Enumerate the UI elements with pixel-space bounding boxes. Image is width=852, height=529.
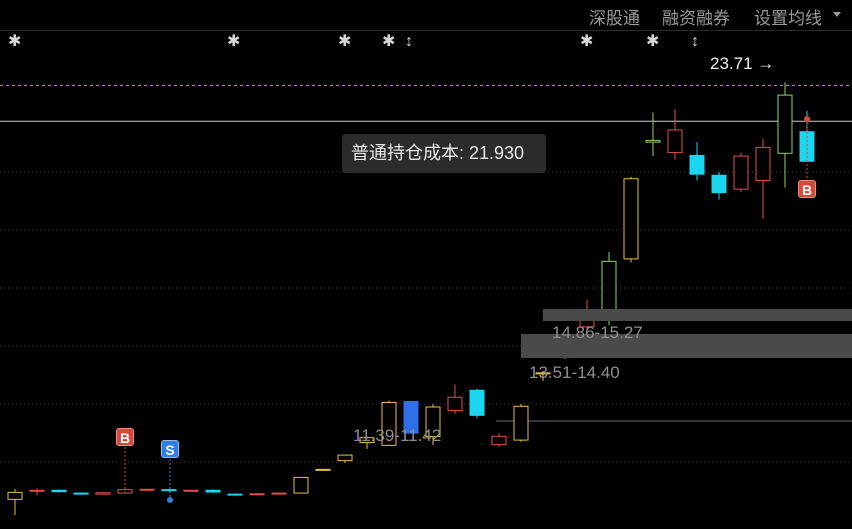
candle-body (249, 493, 265, 496)
candle-body (337, 454, 353, 462)
candle-body (623, 178, 639, 260)
candle-body (491, 435, 507, 446)
candle-body (29, 489, 45, 492)
sell-signal-badge[interactable]: S (161, 440, 179, 458)
candle-body (447, 396, 463, 411)
candle-body (293, 476, 309, 494)
cost-range-label: 14.86-15.27 (552, 323, 643, 342)
buy-signal-badge[interactable]: B (798, 180, 816, 198)
candle-body (755, 146, 771, 181)
candle-body (73, 492, 89, 495)
candle-body (161, 489, 177, 492)
candle-body (7, 491, 23, 500)
candle-body (205, 489, 221, 493)
sell-signal-dot (167, 497, 173, 503)
candle-body (667, 129, 683, 154)
candle-body (733, 155, 749, 190)
candle-body (315, 468, 331, 471)
candlestick-chart[interactable] (0, 0, 852, 529)
candle-body (227, 493, 243, 496)
cost-range-label: 13.51-14.40 (529, 363, 620, 382)
candle-body (711, 174, 727, 194)
holding-cost-tooltip: 普通持仓成本: 21.930 (342, 134, 546, 173)
candle-body (271, 492, 287, 495)
candle-body (601, 260, 617, 314)
candle-body (777, 94, 793, 154)
buy-signal-dot (804, 116, 810, 122)
cost-distribution-band (543, 309, 852, 321)
candle-body (513, 405, 529, 441)
buy-signal-badge[interactable]: B (116, 428, 134, 446)
cost-range-label: 11.39-11.42 (353, 426, 442, 445)
candle-body (689, 154, 705, 175)
candle-body (469, 389, 485, 416)
high-price-callout: 23.71 → (710, 54, 775, 73)
candle-body (183, 489, 199, 492)
candle-body (139, 488, 155, 491)
candle-body (645, 139, 661, 143)
candle-body (95, 492, 111, 495)
candle-body (51, 489, 67, 493)
